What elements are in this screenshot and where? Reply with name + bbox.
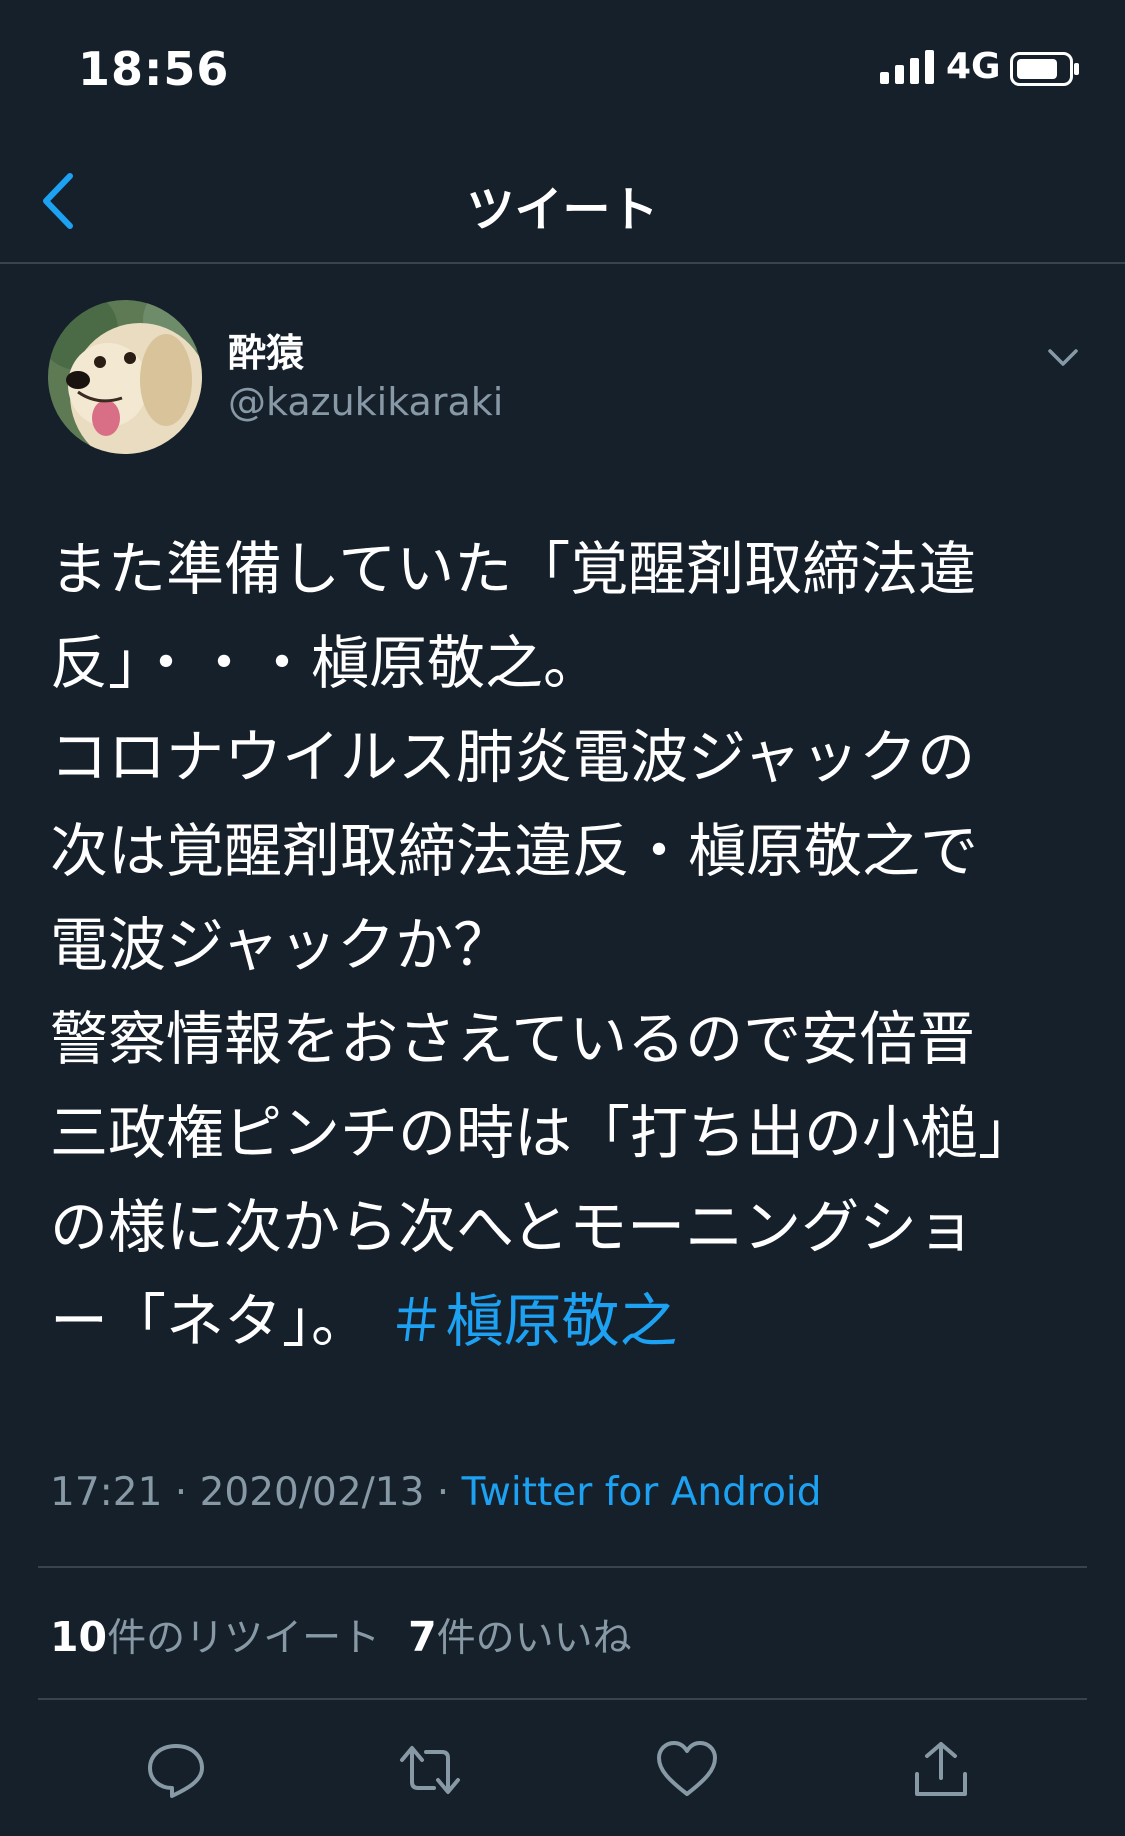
battery-icon bbox=[1010, 52, 1079, 86]
tweet-text: また準備していた「覚醒剤取締法違 反」・・・槇原敬之。 コロナウイルス肺炎電波ジ… bbox=[50, 522, 1090, 1368]
meta-separator: · bbox=[424, 1470, 462, 1515]
tweet-line: 三政権ピンチの時は「打ち出の小槌」 bbox=[50, 1099, 1037, 1167]
author-name[interactable]: 酔猿 bbox=[228, 322, 304, 377]
likes-stat[interactable]: 7件のいいね bbox=[408, 1613, 632, 1661]
status-bar: 18:56 4G bbox=[0, 0, 1125, 140]
tweet-line: また準備していた「覚醒剤取締法違 bbox=[50, 535, 977, 603]
reply-icon[interactable] bbox=[144, 1738, 208, 1802]
share-icon[interactable] bbox=[909, 1738, 973, 1802]
tweet-stats: 10件のリツイート 7件のいいね bbox=[50, 1607, 632, 1663]
tweet-line: 反」・・・槇原敬之。 bbox=[50, 629, 602, 697]
avatar[interactable] bbox=[48, 300, 202, 454]
tweet-date: 2020/02/13 bbox=[199, 1470, 425, 1515]
chevron-down-icon[interactable] bbox=[1046, 340, 1080, 374]
like-icon[interactable] bbox=[655, 1738, 719, 1802]
signal-icon bbox=[880, 50, 934, 84]
retweet-icon[interactable] bbox=[398, 1738, 462, 1802]
tweet-line: 警察情報をおさえているので安倍晋 bbox=[50, 1005, 976, 1073]
likes-label: 件のいいね bbox=[436, 1616, 632, 1661]
meta-separator: · bbox=[162, 1470, 200, 1515]
tweet-line: コロナウイルス肺炎電波ジャックの bbox=[50, 723, 976, 791]
tweet-line-text: ー「ネタ」。 bbox=[50, 1287, 370, 1355]
tweet-source-link[interactable]: Twitter for Android bbox=[462, 1470, 822, 1515]
page-title: ツイート bbox=[466, 182, 659, 238]
nav-header: ツイート bbox=[0, 140, 1125, 264]
author-handle[interactable]: @kazukikaraki bbox=[228, 380, 503, 424]
tweet-line-last: ー「ネタ」。 ＃槇原敬之 bbox=[50, 1274, 1090, 1368]
tweet-time: 17:21 bbox=[50, 1470, 163, 1515]
hashtag-link[interactable]: ＃槇原敬之 bbox=[387, 1287, 677, 1355]
status-time: 18:56 bbox=[78, 42, 230, 96]
tweet-line: 次は覚醒剤取締法違反・槇原敬之で bbox=[50, 817, 979, 885]
divider bbox=[38, 1566, 1087, 1568]
divider bbox=[38, 1698, 1087, 1700]
action-bar bbox=[0, 1720, 1125, 1836]
tweet-author: 酔猿 @kazukikaraki bbox=[0, 264, 1125, 464]
retweets-label: 件のリツイート bbox=[107, 1616, 381, 1661]
network-type: 4G bbox=[946, 46, 1001, 87]
tweet-meta: 17:21 · 2020/02/13 · Twitter for Android bbox=[50, 1470, 822, 1515]
likes-count: 7 bbox=[408, 1613, 437, 1661]
tweet-line: の様に次から次へとモーニングショ bbox=[50, 1193, 976, 1261]
retweets-count: 10 bbox=[50, 1613, 108, 1661]
retweets-stat[interactable]: 10件のリツイート bbox=[50, 1613, 381, 1661]
dog-avatar-image bbox=[48, 300, 202, 454]
tweet-screen: 18:56 4G ツイート 酔猿 @kazukikaraki また準備していた「… bbox=[0, 0, 1125, 1836]
tweet-line: 電波ジャックか？ bbox=[50, 911, 512, 979]
